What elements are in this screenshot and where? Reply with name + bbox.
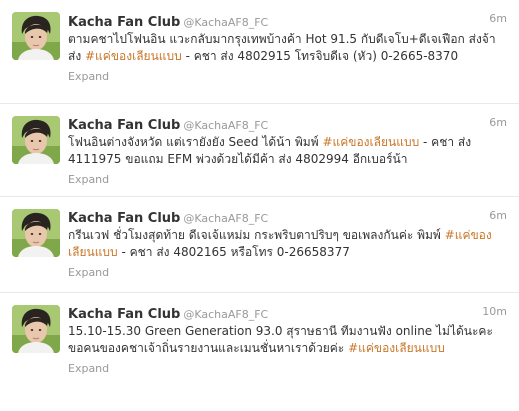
- avatar[interactable]: [12, 305, 60, 353]
- expand-link[interactable]: Expand: [68, 266, 109, 279]
- author-handle[interactable]: @KachaAF8_FC: [183, 119, 268, 132]
- avatar[interactable]: [12, 12, 60, 60]
- author-name[interactable]: Kacha Fan Club: [68, 15, 180, 30]
- tweet[interactable]: Kacha Fan Club @KachaAF8_FC 6m กรีนเวฟ ชั…: [0, 197, 519, 293]
- tweet-text: ตามคชาไปโฟนอิน แวะกลับมากรุงเทพบ้างค้า H…: [68, 31, 507, 65]
- tweet-text: 15.10-15.30 Green Generation 93.0 สุราษธ…: [68, 323, 507, 357]
- author-name[interactable]: Kacha Fan Club: [68, 307, 180, 322]
- timestamp[interactable]: 6m: [489, 116, 507, 129]
- timestamp[interactable]: 6m: [489, 209, 507, 222]
- avatar[interactable]: [12, 209, 60, 257]
- author-name[interactable]: Kacha Fan Club: [68, 211, 180, 226]
- expand-link[interactable]: Expand: [68, 173, 109, 186]
- tweet-text-after: - คชา ส่ง 4802915 โทรจิบดีเจ (หัว) 0-266…: [181, 49, 459, 63]
- tweet-feed: Kacha Fan Club @KachaAF8_FC 6m ตามคชาไปโฟ…: [0, 0, 519, 411]
- author-handle[interactable]: @KachaAF8_FC: [183, 16, 268, 29]
- tweet-text-before: โฟนอินต่างจังหวัด แต่เรายังยัง Seed ได้น…: [68, 135, 323, 149]
- tweet-text: กรีนเวฟ ชั่วโมงสุดท้าย ดีเจเจ้แหม่ม กระพ…: [68, 227, 507, 261]
- tweet-header: Kacha Fan Club @KachaAF8_FC: [68, 304, 507, 322]
- avatar[interactable]: [12, 116, 60, 164]
- tweet-header: Kacha Fan Club @KachaAF8_FC: [68, 208, 507, 226]
- tweet-text-after: - คชา ส่ง 4802165 หรือโทร 0-26658377: [117, 245, 350, 259]
- tweet[interactable]: Kacha Fan Club @KachaAF8_FC 6m ตามคชาไปโฟ…: [0, 0, 519, 104]
- expand-link[interactable]: Expand: [68, 70, 109, 83]
- tweet-header: Kacha Fan Club @KachaAF8_FC: [68, 12, 507, 30]
- tweet[interactable]: Kacha Fan Club @KachaAF8_FC 6m โฟนอินต่าง…: [0, 104, 519, 197]
- tweet-text-before: กรีนเวฟ ชั่วโมงสุดท้าย ดีเจเจ้แหม่ม กระพ…: [68, 228, 445, 242]
- hashtag-link[interactable]: #แค่ของเลียนแบบ: [348, 341, 445, 355]
- timestamp[interactable]: 6m: [489, 12, 507, 25]
- author-name[interactable]: Kacha Fan Club: [68, 118, 180, 133]
- hashtag-link[interactable]: #แค่ของเลียนแบบ: [322, 135, 419, 149]
- author-handle[interactable]: @KachaAF8_FC: [183, 308, 268, 321]
- tweet-text: โฟนอินต่างจังหวัด แต่เรายังยัง Seed ได้น…: [68, 134, 507, 168]
- author-handle[interactable]: @KachaAF8_FC: [183, 212, 268, 225]
- tweet-header: Kacha Fan Club @KachaAF8_FC: [68, 115, 507, 133]
- tweet[interactable]: Kacha Fan Club @KachaAF8_FC 10m 15.10-15.…: [0, 293, 519, 411]
- expand-link[interactable]: Expand: [68, 362, 109, 375]
- timestamp[interactable]: 10m: [482, 305, 507, 318]
- hashtag-link[interactable]: #แค่ของเลียนแบบ: [85, 49, 182, 63]
